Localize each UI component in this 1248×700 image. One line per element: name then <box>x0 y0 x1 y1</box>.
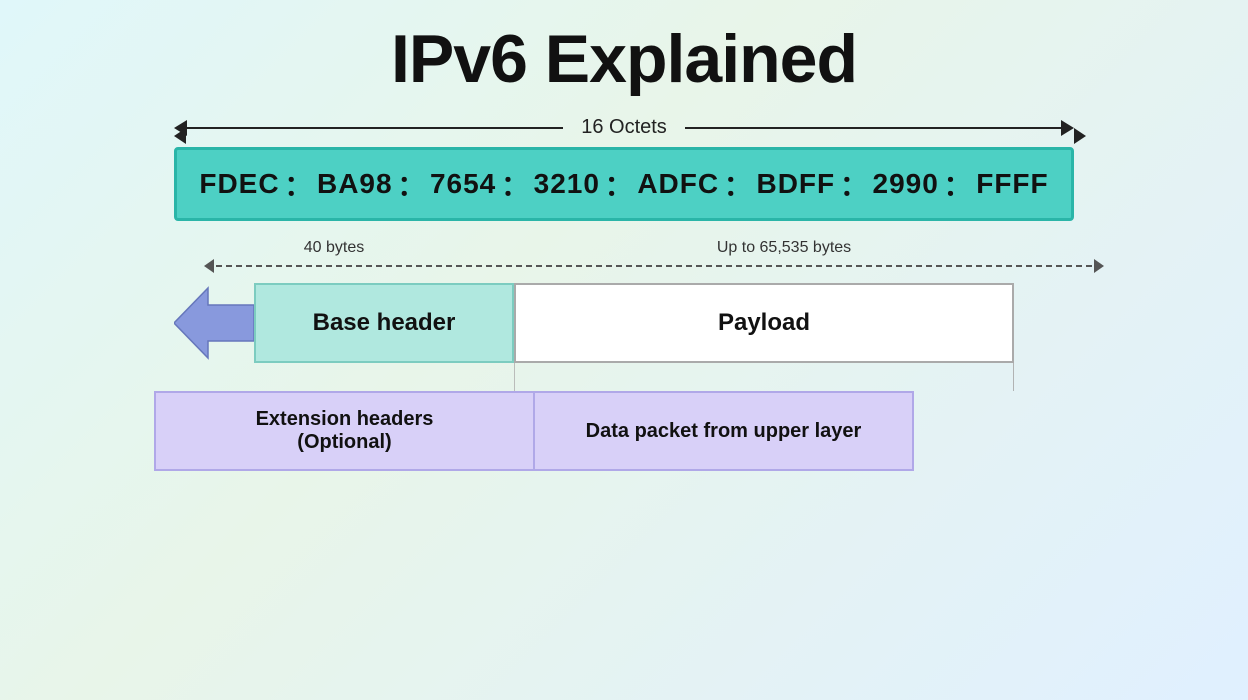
dim-right-label: Up to 65,535 bytes <box>464 239 1104 257</box>
payload-label: Payload <box>718 309 810 337</box>
boxes-col: Base header Payload <box>254 283 1074 471</box>
ipv6-seg-5: BDFF <box>756 168 835 200</box>
ipv6-seg-1: BA98 <box>317 168 393 200</box>
big-arrow-col <box>174 283 254 368</box>
ipv6-address-bar: FDEC ： BA98 ： 7654 ： 3210 ： ADFC ： BDFF … <box>174 147 1074 221</box>
ipv6-seg-6: 2990 <box>873 168 939 200</box>
dashed-arrow-left <box>204 259 464 273</box>
payload-box: Payload <box>514 283 1014 363</box>
dashed-arrowhead-left-icon <box>204 259 214 273</box>
data-packet-label: Data packet from upper layer <box>586 420 862 443</box>
header-payload-row: Base header Payload <box>254 283 1074 363</box>
connector-area <box>514 363 1014 391</box>
ipv6-seg-4: ADFC <box>637 168 719 200</box>
dim-left-label: 40 bytes <box>204 239 464 257</box>
extension-headers-box: Extension headers(Optional) <box>154 391 535 471</box>
expanded-row: Extension headers(Optional) Data packet … <box>154 391 914 471</box>
ipv6-seg-2: 7654 <box>430 168 496 200</box>
extension-headers-label: Extension headers(Optional) <box>256 408 434 454</box>
octets-arrow-right-icon <box>1061 120 1074 136</box>
dashed-arrow-right <box>464 259 1104 273</box>
ipv6-seg-3: 3210 <box>534 168 600 200</box>
ipv6-seg-7: FFFF <box>976 168 1048 200</box>
big-left-arrow-icon <box>174 283 254 363</box>
dashed-line-left <box>216 265 462 267</box>
page-title: IPv6 Explained <box>391 20 857 98</box>
main-diagram-row: Base header Payload <box>174 283 1074 471</box>
base-header-box: Base header <box>254 283 514 363</box>
dashed-arrowhead-right-icon <box>1094 259 1104 273</box>
connector-svg <box>514 363 1014 391</box>
main-container: IPv6 Explained 16 Octets FDEC ： BA98 ： 7… <box>24 10 1224 690</box>
base-header-label: Base header <box>313 309 456 337</box>
octets-arrow-left-icon <box>174 120 187 136</box>
octets-label: 16 Octets <box>563 116 685 139</box>
dashed-arrows-row <box>204 259 1104 273</box>
dim-labels-row: 40 bytes Up to 65,535 bytes <box>204 239 1104 257</box>
data-packet-box: Data packet from upper layer <box>535 391 914 471</box>
ipv6-seg-0: FDEC <box>199 168 279 200</box>
dashed-line-right <box>466 265 1092 267</box>
octets-row: 16 Octets <box>174 116 1074 139</box>
